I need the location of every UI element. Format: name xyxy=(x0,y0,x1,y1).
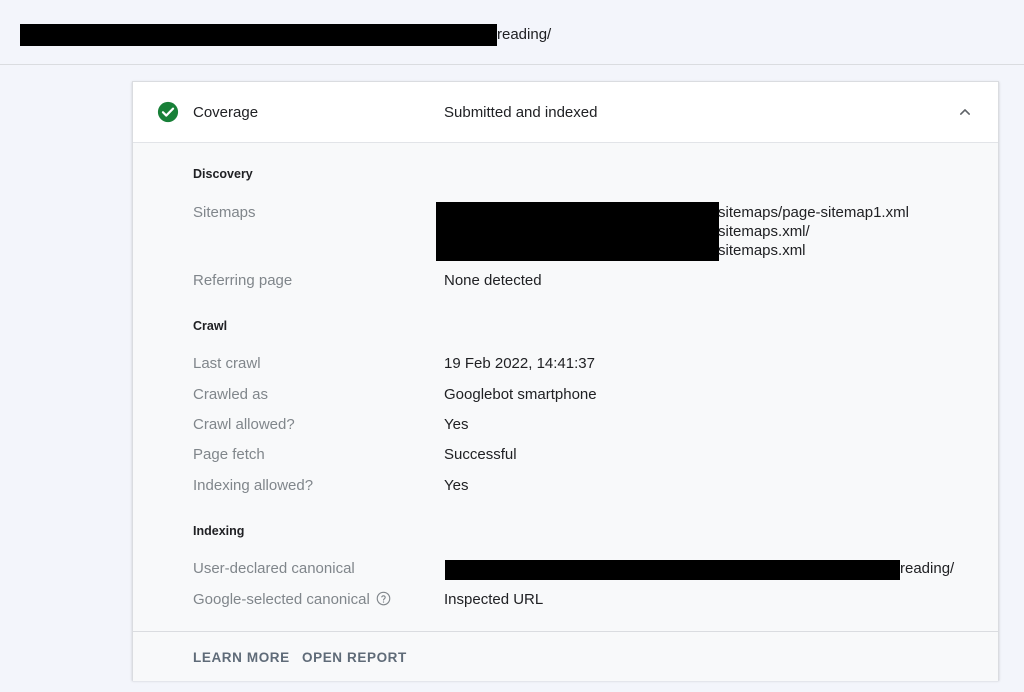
crawled-as-value: Googlebot smartphone xyxy=(444,386,597,403)
sitemap-item: sitemaps/page-sitemap1.xml xyxy=(718,204,909,221)
referring-page-label: Referring page xyxy=(193,272,293,289)
learn-more-button[interactable]: LEARN MORE xyxy=(193,650,290,665)
indexing-section-title: Indexing xyxy=(193,524,245,538)
redacted-sitemap-prefix xyxy=(436,202,719,261)
card-footer: LEARN MORE OPEN REPORT xyxy=(133,631,998,681)
check-circle-icon xyxy=(157,101,179,123)
coverage-status: Submitted and indexed xyxy=(444,104,598,121)
user-canonical-label: User-declared canonical xyxy=(193,560,355,577)
indexing-allowed-value: Yes xyxy=(444,477,469,494)
sitemap-item: sitemaps.xml xyxy=(718,242,806,259)
redacted-url-prefix xyxy=(20,24,497,46)
url-header: reading/ xyxy=(0,0,1024,65)
page-fetch-value: Successful xyxy=(444,446,517,463)
sitemap-item: sitemaps.xml/ xyxy=(718,223,810,240)
crawled-as-label: Crawled as xyxy=(193,386,269,403)
google-canonical-value: Inspected URL xyxy=(444,591,544,608)
referring-page-value: None detected xyxy=(444,272,542,289)
crawl-allowed-value: Yes xyxy=(444,416,469,433)
open-report-button[interactable]: OPEN REPORT xyxy=(302,650,407,665)
google-canonical-label: Google-selected canonical xyxy=(193,591,370,608)
help-circle-icon[interactable] xyxy=(376,591,391,606)
indexing-allowed-label: Indexing allowed? xyxy=(193,477,314,494)
google-canonical-label-row: Google-selected canonical xyxy=(193,591,391,608)
inspected-url-suffix: reading/ xyxy=(497,26,552,43)
crawl-allowed-label: Crawl allowed? xyxy=(193,416,295,433)
coverage-header[interactable]: Coverage Submitted and indexed xyxy=(133,82,998,143)
sitemaps-label: Sitemaps xyxy=(193,204,256,221)
page-fetch-label: Page fetch xyxy=(193,446,265,463)
coverage-title: Coverage xyxy=(193,104,259,121)
user-canonical-suffix: reading/ xyxy=(900,560,955,577)
redacted-canonical-prefix xyxy=(445,560,900,580)
chevron-up-icon[interactable] xyxy=(955,102,975,122)
last-crawl-value: 19 Feb 2022, 14:41:37 xyxy=(444,355,595,372)
crawl-section-title: Crawl xyxy=(193,319,228,333)
discovery-section-title: Discovery xyxy=(193,167,253,181)
coverage-card: Coverage Submitted and indexed Discovery… xyxy=(132,81,999,681)
last-crawl-label: Last crawl xyxy=(193,355,261,372)
